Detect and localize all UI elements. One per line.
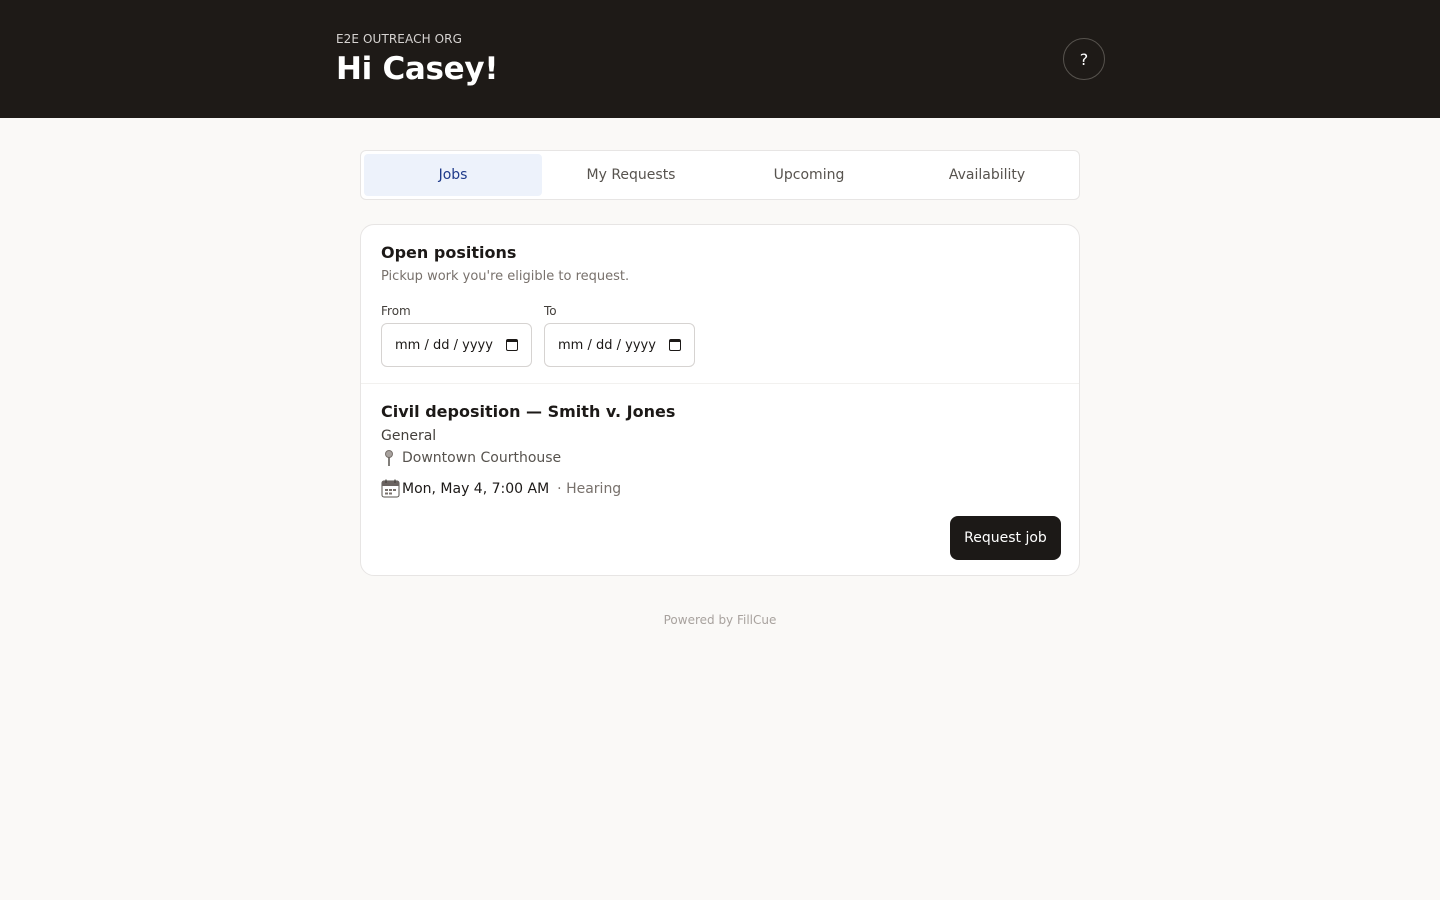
- request-job-button[interactable]: Request job: [950, 516, 1061, 560]
- from-date-input[interactable]: mm / dd / yyyy: [381, 323, 532, 367]
- job-title: Civil deposition — Smith v. Jones: [381, 402, 676, 421]
- calendar-picker-icon[interactable]: [669, 339, 681, 351]
- job-location: Downtown Courthouse: [381, 449, 561, 467]
- header-text: E2E OUTREACH ORG Hi Casey!: [336, 31, 498, 89]
- tab-availability[interactable]: Availability: [898, 154, 1076, 196]
- to-date-value: mm / dd / yyyy: [558, 337, 656, 353]
- tab-upcoming[interactable]: Upcoming: [720, 154, 898, 196]
- job-type: · Hearing: [557, 480, 622, 497]
- section-title: Open positions: [381, 243, 517, 262]
- help-button[interactable]: ?: [1063, 38, 1105, 80]
- job-datetime: Mon, May 4, 7:00 AM · Hearing: [381, 479, 621, 498]
- to-date-input[interactable]: mm / dd / yyyy: [544, 323, 695, 367]
- footer: Powered by FillCue: [663, 613, 777, 627]
- section-subtitle: Pickup work you're eligible to request.: [381, 269, 630, 284]
- job-datetime-text: Mon, May 4, 7:00 AM: [402, 480, 550, 497]
- tab-my-requests[interactable]: My Requests: [542, 154, 720, 196]
- tab-jobs[interactable]: Jobs: [364, 154, 542, 196]
- to-label: To: [544, 304, 557, 318]
- from-date-value: mm / dd / yyyy: [395, 337, 493, 353]
- job-location-text: Downtown Courthouse: [402, 450, 562, 466]
- org-name: E2E OUTREACH ORG: [336, 32, 462, 46]
- open-positions-card: Open positions Pickup work you're eligib…: [360, 224, 1080, 576]
- calendar-picker-icon[interactable]: [506, 339, 518, 351]
- page-title: Hi Casey!: [336, 51, 499, 87]
- from-label: From: [381, 304, 411, 318]
- tab-bar: Jobs My Requests Upcoming Availability: [360, 150, 1080, 200]
- page-header: E2E OUTREACH ORG Hi Casey! ?: [0, 0, 1440, 118]
- job-category: General: [381, 428, 437, 444]
- divider: [361, 383, 1079, 384]
- calendar-icon: [381, 479, 400, 498]
- pin-icon: [385, 450, 393, 466]
